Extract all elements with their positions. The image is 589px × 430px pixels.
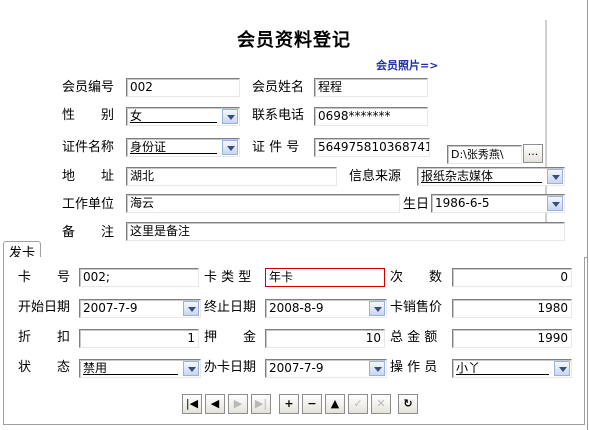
last-record-button[interactable]: ▶| xyxy=(251,394,271,414)
birthday-picker[interactable]: 1986-6-5 xyxy=(431,194,565,213)
member-id-field[interactable]: 002 xyxy=(126,78,240,97)
times-field[interactable]: 0 xyxy=(452,268,572,287)
doc-no-field[interactable]: 5649758103687412 xyxy=(314,138,430,157)
end-date-value: 2008-8-9 xyxy=(269,301,324,315)
start-date-dropdown-button[interactable] xyxy=(183,301,199,316)
doc-type-select[interactable]: 身份证 xyxy=(126,138,240,157)
end-date-label: 终止日期 xyxy=(204,300,257,315)
tab-card-issue[interactable]: 发卡 xyxy=(3,241,41,261)
form-title: 会员资料登记 xyxy=(237,30,351,51)
first-record-button[interactable]: |◀ xyxy=(182,394,202,414)
member-name-label: 会员姓名 xyxy=(252,80,305,95)
insert-record-button[interactable]: + xyxy=(279,394,299,414)
status-select[interactable]: 禁用 xyxy=(79,359,201,378)
card-type-label: 卡 类 型 xyxy=(204,270,252,285)
gender-label: 性 别 xyxy=(62,108,115,123)
birthday-dropdown-button[interactable] xyxy=(547,196,563,211)
end-date-picker[interactable]: 2008-8-9 xyxy=(265,299,387,318)
discount-label: 折 扣 xyxy=(18,330,71,345)
info-source-dropdown-button[interactable] xyxy=(547,169,563,184)
employer-field[interactable]: 海云 xyxy=(126,194,400,213)
member-photo-link[interactable]: 会员照片=> xyxy=(376,57,438,73)
cancel-edit-button[interactable]: ✕ xyxy=(371,394,391,414)
card-no-field[interactable]: 002; xyxy=(79,268,199,287)
issue-date-picker[interactable]: 2007-7-9 xyxy=(265,359,387,378)
operator-underline xyxy=(456,374,549,375)
doc-type-label: 证件名称 xyxy=(62,140,115,155)
photo-path-field[interactable]: D:\张秀燕\ xyxy=(447,145,522,164)
birthday-label: 生日 xyxy=(403,197,430,212)
discount-field[interactable]: 1 xyxy=(79,329,199,348)
card-price-field[interactable]: 1980 xyxy=(452,299,572,318)
birthday-value: 1986-6-5 xyxy=(435,196,490,210)
issue-date-value: 2007-7-9 xyxy=(269,361,324,375)
photo-browse-button[interactable]: ... xyxy=(523,144,543,163)
status-dropdown-button[interactable] xyxy=(183,361,199,376)
start-date-value: 2007-7-9 xyxy=(83,301,138,315)
start-date-label: 开始日期 xyxy=(18,300,71,315)
info-source-label: 信息来源 xyxy=(349,169,402,184)
delete-record-button[interactable]: − xyxy=(302,394,322,414)
employer-label: 工作单位 xyxy=(62,197,115,212)
doc-type-underline xyxy=(130,153,217,154)
start-date-picker[interactable]: 2007-7-9 xyxy=(79,299,201,318)
times-label: 次 数 xyxy=(390,270,443,285)
window-right-edge xyxy=(587,0,588,430)
gender-select[interactable]: 女 xyxy=(126,107,240,126)
phone-field[interactable]: 0698******* xyxy=(314,107,428,126)
member-id-label: 会员编号 xyxy=(62,80,115,95)
gender-dropdown-button[interactable] xyxy=(222,109,238,124)
remark-label: 备 注 xyxy=(62,225,115,240)
card-price-label: 卡销售价 xyxy=(390,300,443,315)
remark-field[interactable]: 这里是备注 xyxy=(126,222,565,241)
gender-underline xyxy=(130,122,217,123)
status-label: 状 态 xyxy=(18,360,71,375)
prior-record-button[interactable]: ◀ xyxy=(205,394,225,414)
status-underline xyxy=(83,374,178,375)
operator-dropdown-button[interactable] xyxy=(554,361,570,376)
doc-type-dropdown-button[interactable] xyxy=(222,140,238,155)
address-label: 地 址 xyxy=(62,169,115,184)
card-no-label: 卡 号 xyxy=(18,270,71,285)
post-record-button[interactable]: ✓ xyxy=(348,394,368,414)
total-amount-field[interactable]: 1990 xyxy=(452,329,572,348)
issue-date-label: 办卡日期 xyxy=(204,360,257,375)
edit-record-button[interactable]: ▲ xyxy=(325,394,345,414)
deposit-field[interactable]: 10 xyxy=(265,329,385,348)
refresh-button[interactable]: ↻ xyxy=(398,394,418,414)
end-date-dropdown-button[interactable] xyxy=(369,301,385,316)
address-field[interactable]: 湖北 xyxy=(126,167,337,186)
operator-select[interactable]: 小丫 xyxy=(452,359,572,378)
info-source-select[interactable]: 报纸杂志媒体 xyxy=(417,167,565,186)
deposit-label: 押 金 xyxy=(204,330,257,345)
phone-label: 联系电话 xyxy=(252,108,305,123)
card-type-field[interactable]: 年卡 xyxy=(265,268,385,287)
next-record-button[interactable]: ▶ xyxy=(228,394,248,414)
doc-no-label: 证 件 号 xyxy=(252,140,300,155)
total-amount-label: 总 金 额 xyxy=(390,330,438,345)
issue-date-dropdown-button[interactable] xyxy=(369,361,385,376)
operator-label: 操 作 员 xyxy=(390,360,438,375)
member-name-field[interactable]: 程程 xyxy=(314,78,428,97)
info-source-underline xyxy=(421,182,542,183)
